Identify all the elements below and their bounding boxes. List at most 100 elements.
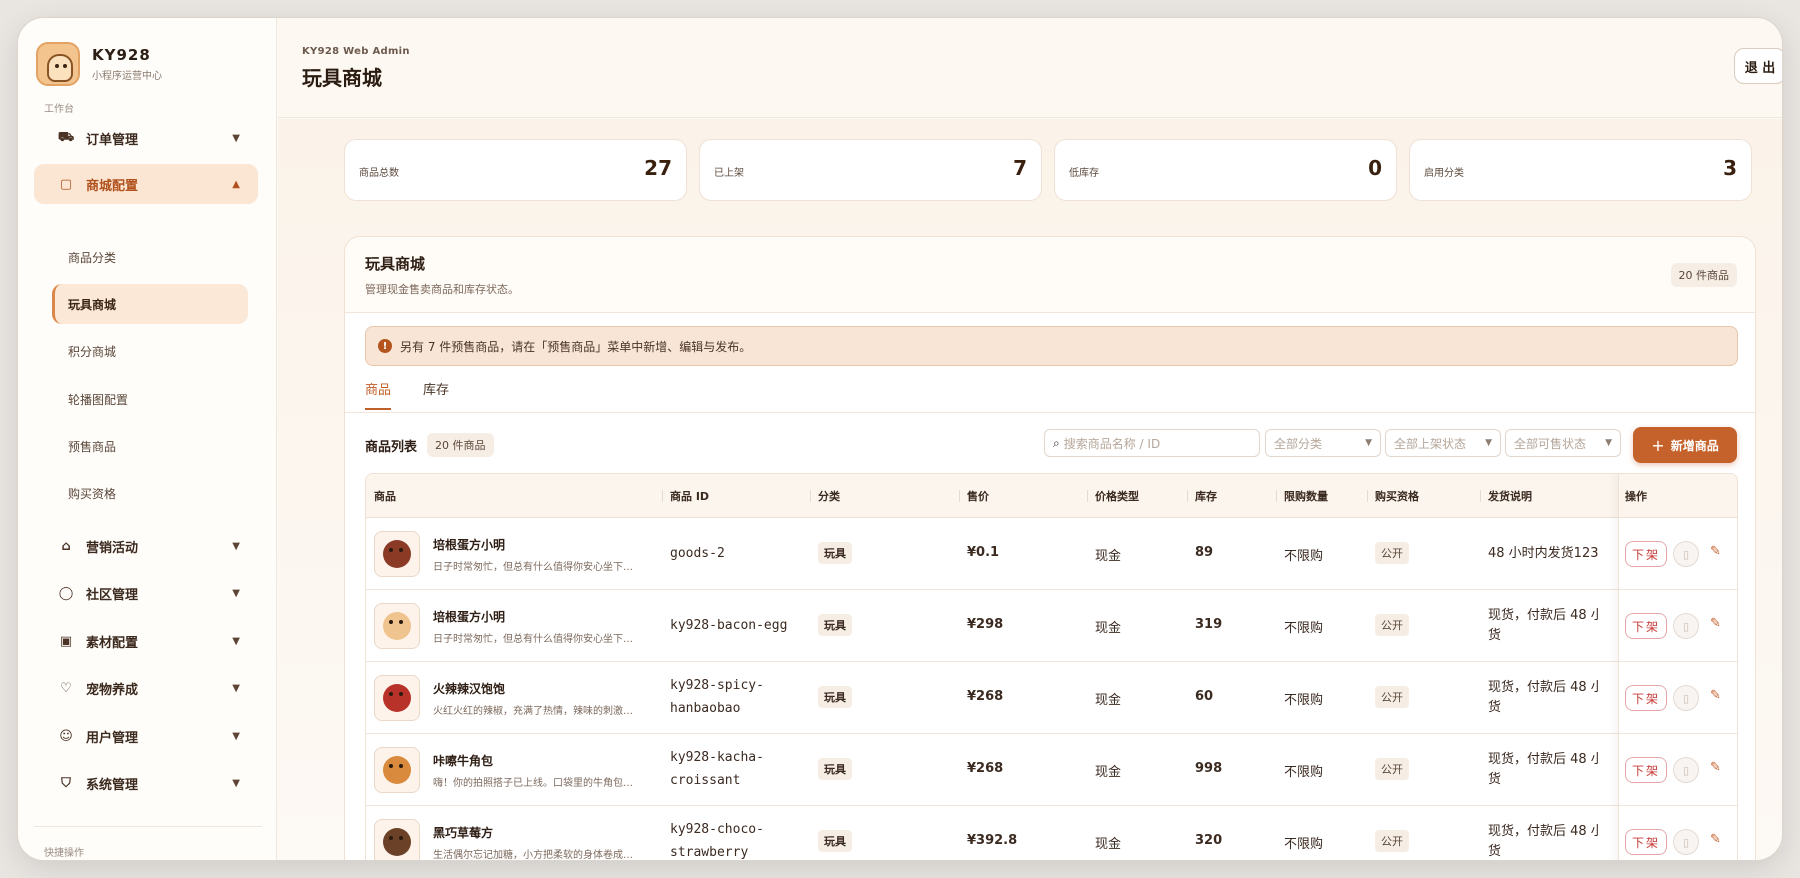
price-type: 现金 (1095, 693, 1122, 708)
sidebar-item-pet[interactable]: ♡ 宠物养成 ▼ (34, 668, 258, 708)
sidebar-group-shortcuts: 快捷操作 (44, 848, 84, 859)
chat-icon: ◯ (58, 585, 74, 601)
chevron-up-icon: ▲ (232, 178, 240, 190)
panel-description: 管理现金售卖商品和库存状态。 (365, 283, 519, 296)
table-row[interactable]: 培根蛋方小明 日子时常匆忙，但总有什么值得你安心坐下… goods-2 玩具 ¥… (366, 518, 1737, 590)
header-kicker: KY928 Web Admin (302, 46, 410, 57)
stat-card-listed: 已上架 7 (699, 139, 1042, 201)
sidebar-item-assets[interactable]: ▣ 素材配置 ▼ (34, 621, 258, 661)
product-name: 黑巧草莓方 (433, 826, 494, 840)
sidebar-subitem-presale[interactable]: 预售商品 (52, 426, 248, 466)
eligibility-tag: 公开 (1375, 758, 1409, 780)
search-input[interactable]: ⌕ 搜索商品名称 / ID (1044, 429, 1260, 457)
shipping-note: 现货，付款后 48 小货 (1488, 608, 1598, 643)
add-product-button[interactable]: + 新增商品 (1633, 427, 1737, 463)
stock: 89 (1195, 545, 1214, 560)
tabs: 商品 库存 (365, 379, 481, 410)
product-description: 火红火红的辣椒，充满了热情，辣味的刺激… (433, 706, 633, 717)
users-icon: ☺ (59, 728, 73, 744)
stat-card-categories: 启用分类 3 (1409, 139, 1752, 201)
eligibility-tag: 公开 (1375, 686, 1409, 708)
app-window: KY928 小程序运营中心 工作台 ⛟ 订单管理 ▼ ▢ 商城配置 ▲ 商品分类… (18, 18, 1782, 860)
gift-icon: ⌂ (61, 538, 71, 554)
price: ¥268 (967, 689, 1004, 704)
stock: 320 (1195, 833, 1223, 848)
shipping-note: 现货，付款后 48 小货 (1488, 752, 1598, 787)
info-icon: ! (378, 339, 392, 353)
image-icon: ▣ (59, 633, 73, 649)
category-tag: 玩具 (818, 758, 852, 780)
category-tag: 玩具 (818, 686, 852, 708)
purchase-limit: 不限购 (1284, 621, 1324, 636)
sidebar-subitem-eligibility[interactable]: 购买资格 (52, 473, 248, 513)
sidebar-subitem-banner[interactable]: 轮播图配置 (52, 379, 248, 419)
chevron-down-icon: ▼ (232, 777, 240, 789)
tabs-divider (345, 412, 1755, 413)
price: ¥0.1 (967, 545, 1000, 560)
filter-saleable-select[interactable]: 全部可售状态 ▼ (1505, 429, 1621, 457)
sidebar-subitem-toy-mall[interactable]: 玩具商城 (52, 284, 248, 324)
category-tag: 玩具 (818, 614, 852, 636)
sidebar-divider (34, 826, 262, 827)
chevron-down-icon: ▼ (232, 540, 240, 552)
stat-card-low-stock: 低库存 0 (1054, 139, 1397, 201)
sidebar-subitem-points-mall[interactable]: 积分商城 (52, 331, 248, 371)
price-type: 现金 (1095, 765, 1122, 780)
chevron-down-icon: ▼ (232, 635, 240, 647)
table-row[interactable]: 黑巧草莓方 生活偶尔忘记加糖，小方把柔软的身体卷成… ky928-choco-s… (366, 806, 1737, 860)
sidebar-item-orders[interactable]: ⛟ 订单管理 ▼ (34, 118, 258, 158)
notice-text: 另有 7 件预售商品，请在「预售商品」菜单中新增、编辑与发布。 (400, 339, 752, 354)
truck-icon: ⛟ (57, 129, 75, 145)
product-description: 嗨！你的拍照搭子已上线。口袋里的牛角包… (433, 778, 633, 789)
brand-subtitle: 小程序运营中心 (92, 71, 162, 82)
logout-button[interactable]: 退 出 (1734, 48, 1782, 84)
product-thumbnail (374, 531, 420, 577)
eligibility-tag: 公开 (1375, 614, 1409, 636)
chevron-down-icon: ▼ (232, 587, 240, 599)
chevron-down-icon: ▼ (232, 132, 240, 144)
brand[interactable]: KY928 小程序运营中心 (36, 42, 162, 86)
filter-listing-select[interactable]: 全部上架状态 ▼ (1385, 429, 1501, 457)
table-row[interactable]: 培根蛋方小明 日子时常匆忙，但总有什么值得你安心坐下… ky928-bacon-… (366, 590, 1737, 662)
product-thumbnail (374, 747, 420, 793)
sidebar-item-users[interactable]: ☺ 用户管理 ▼ (34, 716, 258, 756)
price-type: 现金 (1095, 549, 1122, 564)
product-thumbnail (374, 675, 420, 721)
page-title: 玩具商城 (302, 66, 382, 90)
table-row[interactable]: 火辣辣汉饱饱 火红火红的辣椒，充满了热情，辣味的刺激… ky928-spicy-… (366, 662, 1737, 734)
chevron-down-icon: ▼ (1605, 438, 1612, 448)
purchase-limit: 不限购 (1284, 549, 1324, 564)
purchase-limit: 不限购 (1284, 693, 1324, 708)
price: ¥298 (967, 617, 1004, 632)
heart-icon: ♡ (60, 680, 72, 696)
purchase-limit: 不限购 (1284, 837, 1324, 852)
shipping-note: 现货，付款后 48 小货 (1488, 680, 1598, 715)
main-content: 商品总数 27 已上架 7 低库存 0 启用分类 3 玩具商城 管理现金售卖商品… (278, 119, 1782, 860)
filter-category-select[interactable]: 全部分类 ▼ (1265, 429, 1381, 457)
sidebar-item-system[interactable]: ⛉ 系统管理 ▼ (34, 763, 258, 803)
shipping-note: 现货，付款后 48 小货 (1488, 824, 1598, 859)
price-type: 现金 (1095, 621, 1122, 636)
tab-products[interactable]: 商品 (365, 379, 392, 410)
product-id: ky928-bacon-egg (670, 618, 788, 633)
sidebar-subitem-categories[interactable]: 商品分类 (52, 237, 248, 277)
product-name: 咔嚓牛角包 (433, 754, 494, 768)
price: ¥268 (967, 761, 1004, 776)
sidebar-item-mall-config[interactable]: ▢ 商城配置 ▲ (34, 164, 258, 204)
product-name: 培根蛋方小明 (433, 610, 506, 624)
product-id: ky928-choco-strawberry (670, 822, 764, 860)
list-count-badge: 20 件商品 (427, 433, 494, 457)
product-name: 培根蛋方小明 (433, 538, 506, 552)
stock: 60 (1195, 689, 1214, 704)
table-header: 商品 商品 ID 分类 售价 价格类型 库存 限购数量 购买资格 发货说明 操作 (366, 474, 1737, 518)
table-row[interactable]: 咔嚓牛角包 嗨！你的拍照搭子已上线。口袋里的牛角包… ky928-kacha-c… (366, 734, 1737, 806)
tab-inventory[interactable]: 库存 (423, 379, 449, 410)
product-name: 火辣辣汉饱饱 (433, 682, 506, 696)
eligibility-tag: 公开 (1375, 542, 1409, 564)
product-id: ky928-kacha-croissant (670, 750, 764, 788)
brand-logo (36, 42, 80, 86)
product-thumbnail (374, 819, 420, 860)
sidebar-item-community[interactable]: ◯ 社区管理 ▼ (34, 573, 258, 613)
product-thumbnail (374, 603, 420, 649)
sidebar-item-marketing[interactable]: ⌂ 营销活动 ▼ (34, 526, 258, 566)
